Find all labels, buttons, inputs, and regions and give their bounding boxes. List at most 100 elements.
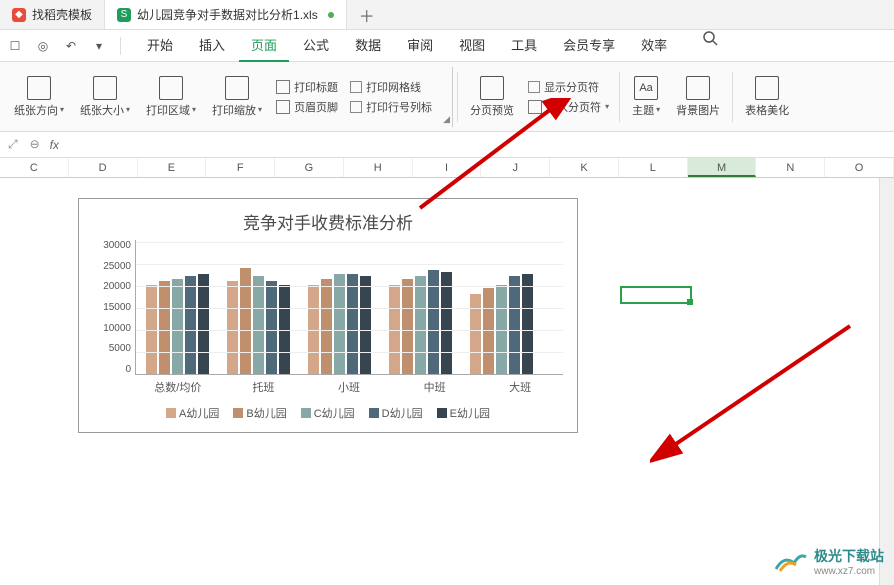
search-icon[interactable] [701, 29, 719, 47]
vertical-scrollbar[interactable] [879, 178, 894, 585]
tab-file[interactable]: S 幼儿园竞争对手数据对比分析1.xls [105, 0, 347, 29]
print-rowcol[interactable]: 打印行号列标 [350, 99, 432, 115]
legend-item: D幼儿园 [369, 405, 423, 421]
bar [402, 279, 413, 374]
column-header[interactable]: D [69, 158, 138, 177]
column-header[interactable]: K [550, 158, 619, 177]
y-tick: 15000 [103, 302, 131, 313]
print-scale-icon [225, 76, 249, 100]
plot-area [135, 240, 563, 375]
zoom-icon[interactable]: ⊖ [30, 137, 40, 152]
bar [483, 288, 494, 374]
bar [198, 274, 209, 374]
column-header[interactable]: G [275, 158, 344, 177]
watermark-name: 极光下载站 [814, 546, 884, 566]
menu-review[interactable]: 审阅 [395, 29, 445, 62]
tab-template[interactable]: ◆ 找稻壳模板 [0, 0, 105, 29]
menu-tools[interactable]: 工具 [499, 29, 549, 62]
bar [240, 268, 251, 374]
bar [159, 281, 170, 374]
legend-item: A幼儿园 [166, 405, 219, 421]
column-header[interactable]: C [0, 158, 69, 177]
image-icon [686, 76, 710, 100]
bar [428, 270, 439, 374]
print-area[interactable]: 打印区域▾ [138, 66, 204, 127]
menu-efficiency[interactable]: 效率 [629, 29, 679, 62]
bar [415, 276, 426, 374]
menu-data[interactable]: 数据 [343, 29, 393, 62]
fx-label[interactable]: fx [50, 138, 59, 152]
print-title[interactable]: 打印标题 [276, 79, 338, 95]
y-tick: 0 [125, 364, 131, 375]
bar [389, 285, 400, 374]
show-breaks[interactable]: 显示分页符 [528, 79, 609, 95]
bar [185, 276, 196, 374]
watermark-logo-icon [774, 549, 808, 575]
bar [470, 294, 481, 374]
menu-view[interactable]: 视图 [447, 29, 497, 62]
undo-icon[interactable]: ↶ [62, 37, 80, 55]
print-grid[interactable]: 打印网格线 [350, 79, 432, 95]
column-header[interactable]: O [825, 158, 894, 177]
table-beautify[interactable]: 表格美化 [737, 66, 797, 127]
theme[interactable]: Aa 主题▾ [624, 66, 668, 127]
formula-input[interactable] [69, 132, 886, 157]
column-header[interactable]: N [756, 158, 825, 177]
menu-page[interactable]: 页面 [239, 29, 289, 62]
preview-icon[interactable]: ◎ [34, 37, 52, 55]
column-header[interactable]: L [619, 158, 688, 177]
collapse-icon[interactable]: ⤢ [8, 137, 18, 152]
chevron-down-icon: ▾ [192, 105, 196, 114]
bar [509, 276, 520, 374]
chart-title: 竞争对手收费标准分析 [93, 209, 563, 234]
menu-insert[interactable]: 插入 [187, 29, 237, 62]
y-tick: 5000 [109, 343, 131, 354]
page-preview[interactable]: 分页预览 [462, 66, 522, 127]
dialog-launcher-icon[interactable]: ◢ [438, 67, 453, 127]
column-header[interactable]: I [413, 158, 482, 177]
bar [308, 285, 319, 374]
x-label: 托班 [221, 379, 307, 395]
bar [227, 281, 238, 374]
bar [253, 276, 264, 374]
column-header[interactable]: J [481, 158, 550, 177]
column-header[interactable]: H [344, 158, 413, 177]
paper-direction[interactable]: 纸张方向▾ [6, 66, 72, 127]
paper-size[interactable]: 纸张大小▾ [72, 66, 138, 127]
column-header[interactable]: F [206, 158, 275, 177]
bar [347, 274, 358, 374]
page-preview-icon [480, 76, 504, 100]
menu-items: 开始 插入 页面 公式 数据 审阅 视图 工具 会员专享 效率 [135, 29, 719, 62]
bar-cluster [470, 274, 533, 374]
bar [266, 281, 277, 374]
menu-formula[interactable]: 公式 [291, 29, 341, 62]
header-footer[interactable]: 页眉页脚 [276, 99, 338, 115]
checkbox-icon[interactable] [350, 81, 362, 93]
bar [334, 274, 345, 374]
insert-break[interactable]: 插入分页符▾ [528, 99, 609, 115]
menu-start[interactable]: 开始 [135, 29, 185, 62]
tab-add-button[interactable]: ＋ [347, 0, 387, 29]
column-header[interactable]: M [688, 158, 757, 177]
save-icon[interactable]: ☐ [6, 37, 24, 55]
legend-swatch-icon [437, 408, 447, 418]
header-footer-icon [276, 100, 290, 114]
menu-member[interactable]: 会员专享 [551, 29, 627, 62]
separator [457, 72, 458, 122]
insert-break-icon [528, 100, 542, 114]
checkbox-icon[interactable] [350, 101, 362, 113]
bar-cluster [389, 270, 452, 374]
column-header[interactable]: E [138, 158, 207, 177]
print-scale[interactable]: 打印缩放▾ [204, 66, 270, 127]
bg-image[interactable]: 背景图片 [668, 66, 728, 127]
chevron-down-icon: ▾ [258, 105, 262, 114]
selected-cell[interactable] [620, 286, 692, 304]
checkbox-icon[interactable] [528, 81, 540, 93]
chevron-down-icon[interactable]: ▾ [90, 37, 108, 55]
bar [321, 279, 332, 374]
grid-area[interactable]: 竞争对手收费标准分析 30000250002000015000100005000… [0, 178, 894, 585]
embedded-chart[interactable]: 竞争对手收费标准分析 30000250002000015000100005000… [78, 198, 578, 433]
chevron-down-icon: ▾ [656, 105, 660, 114]
legend-label: C幼儿园 [314, 405, 355, 421]
legend-item: E幼儿园 [437, 405, 490, 421]
